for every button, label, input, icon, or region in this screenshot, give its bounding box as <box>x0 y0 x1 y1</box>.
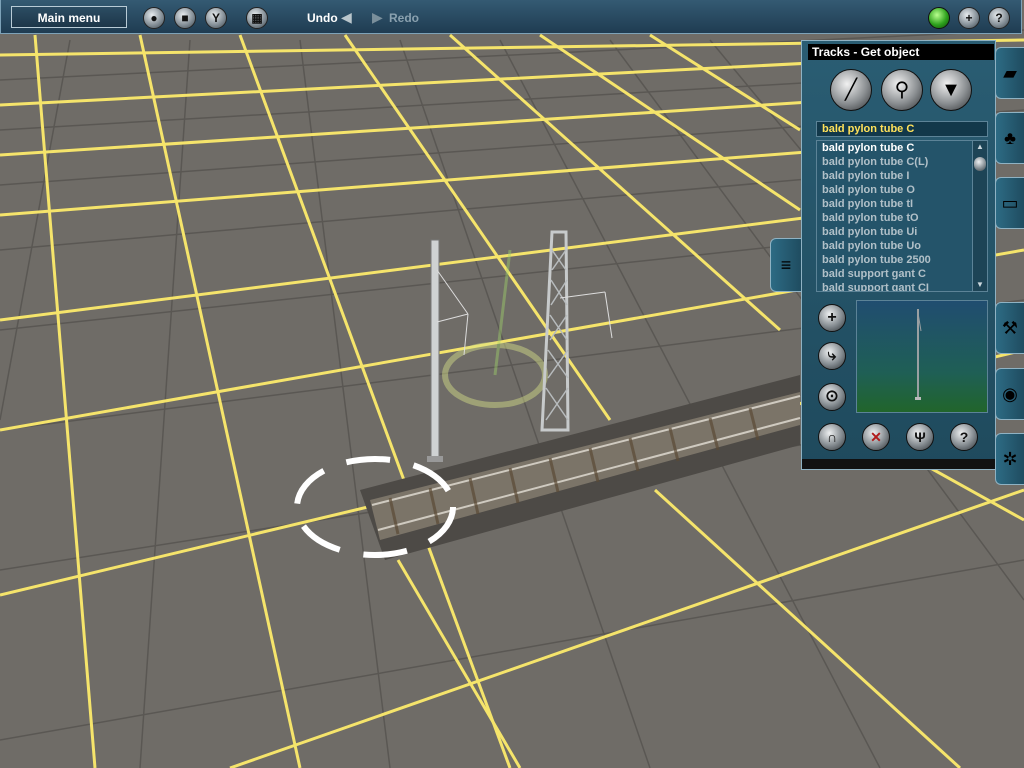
top-toolbar: Main menu ● ■ Y ▦ Undo ◀ ▶ Redo + ? <box>0 0 1022 34</box>
object-list-items: bald pylon tube Cbald pylon tube C(L) bal… <box>817 141 987 291</box>
panel-title: Tracks - Get object <box>808 44 994 60</box>
grid-icon[interactable]: ▦ <box>246 7 268 29</box>
stop-icon[interactable]: ■ <box>174 7 196 29</box>
object-list: bald pylon tube Cbald pylon tube C(L) bal… <box>816 140 988 292</box>
track-tab-icon[interactable]: ≡ <box>770 238 801 292</box>
dropper-icon[interactable]: ▼ <box>930 69 972 111</box>
scroll-up-icon[interactable]: ▲ <box>974 142 986 152</box>
redo-arrow-icon[interactable]: ▶ <box>372 9 383 26</box>
list-item[interactable]: bald pylon tube Uo <box>817 239 987 253</box>
filter-icon[interactable]: Y <box>205 7 227 29</box>
undo-arrow-icon[interactable]: ◀ <box>341 9 352 26</box>
world-tab-icon[interactable]: ◉ <box>995 368 1024 420</box>
scroll-down-icon[interactable]: ▼ <box>974 280 986 290</box>
list-scrollbar[interactable]: ▲ ▼ <box>972 141 987 291</box>
trees-tab-icon[interactable]: ♣ <box>995 112 1024 164</box>
terrain-tab-icon[interactable]: ▰ <box>995 47 1024 99</box>
magnet-icon[interactable]: ∩ <box>818 423 846 451</box>
main-menu-button[interactable]: Main menu <box>11 6 127 28</box>
track-tool-icon[interactable]: ╱ <box>830 69 872 111</box>
object-search-field[interactable]: bald pylon tube C <box>816 121 988 137</box>
list-item[interactable]: bald support gant C <box>817 267 987 281</box>
list-item[interactable]: bald pylon tube 2500 <box>817 253 987 267</box>
tracks-panel: Tracks - Get object ╱ ⚲ ▼ bald pylon tub… <box>801 40 996 470</box>
link-icon[interactable]: ⊙ <box>818 383 846 411</box>
help-icon[interactable]: ? <box>950 423 978 451</box>
add-object-icon[interactable]: + <box>818 304 846 332</box>
pylon-preview <box>915 309 922 400</box>
list-item[interactable]: bald pylon tube Ui <box>817 225 987 239</box>
tools-tab-icon[interactable]: ⚒ <box>995 302 1024 354</box>
help-icon[interactable]: ? <box>988 7 1010 29</box>
list-item[interactable]: bald pylon tube O <box>817 183 987 197</box>
undo-button[interactable]: Undo <box>307 11 338 25</box>
camera-icon[interactable]: ● <box>143 7 165 29</box>
list-item[interactable]: bald pylon tube tI <box>817 197 987 211</box>
redo-button[interactable]: Redo <box>389 11 419 25</box>
list-item[interactable]: bald pylon tube C(L) <box>817 155 987 169</box>
get-object-icon[interactable]: ⚲ <box>881 69 923 111</box>
status-led-icon[interactable] <box>928 7 950 29</box>
trident-icon[interactable]: Ψ <box>906 423 934 451</box>
add-icon[interactable]: + <box>958 7 980 29</box>
list-item[interactable]: bald pylon tube C <box>817 141 987 155</box>
scroll-thumb[interactable] <box>974 157 986 171</box>
list-item[interactable]: bald pylon tube I <box>817 169 987 183</box>
panel-footer <box>802 459 995 469</box>
object-preview <box>856 300 988 413</box>
smooth-icon[interactable]: ⤷ <box>818 342 846 370</box>
delete-icon[interactable]: ✕ <box>862 423 890 451</box>
list-item[interactable]: bald support gant CI <box>817 281 987 291</box>
list-item[interactable]: bald pylon tube tO <box>817 211 987 225</box>
buildings-tab-icon[interactable]: ▭ <box>995 177 1024 229</box>
settings-tab-icon[interactable]: ✲ <box>995 433 1024 485</box>
